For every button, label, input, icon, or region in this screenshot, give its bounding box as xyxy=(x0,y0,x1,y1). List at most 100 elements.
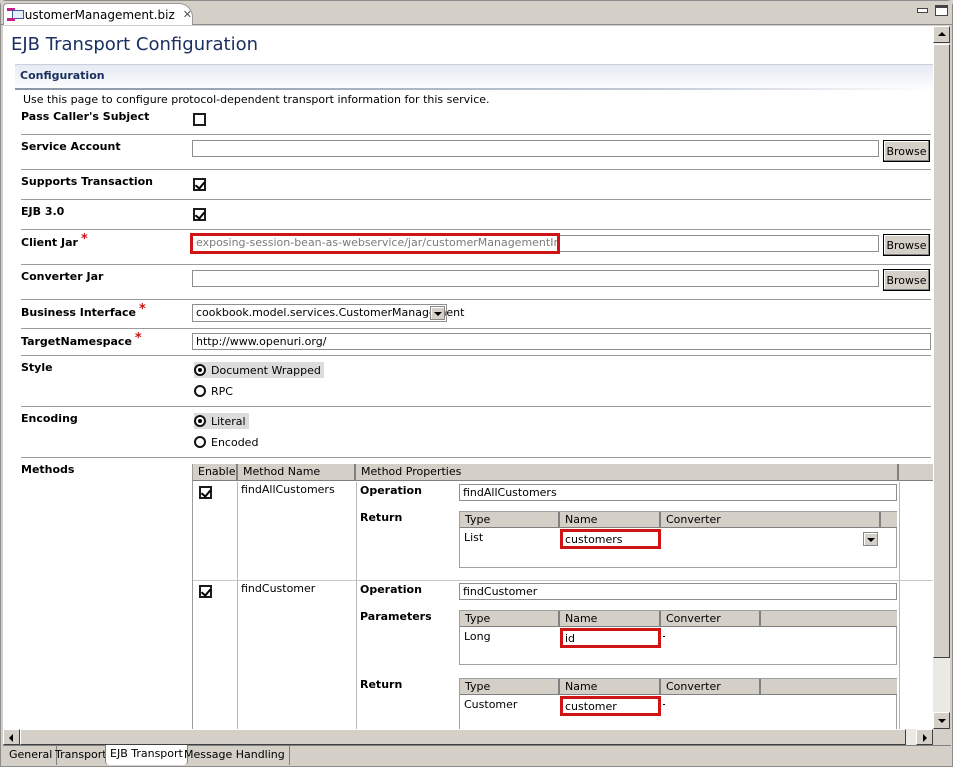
parameter-converter-value[interactable] xyxy=(663,636,665,637)
horizontal-scrollbar[interactable] xyxy=(3,729,933,745)
scroll-up-icon[interactable] xyxy=(933,26,950,43)
column-header-filler xyxy=(899,464,933,481)
radio-label: RPC xyxy=(211,384,233,398)
radio-label: Document Wrapped xyxy=(211,363,321,377)
vertical-scroll-thumb[interactable] xyxy=(933,44,950,658)
divider xyxy=(21,406,931,407)
scroll-right-icon[interactable] xyxy=(916,729,933,745)
method-name: findAllCustomers xyxy=(241,483,335,496)
ejb30-checkbox[interactable] xyxy=(193,208,206,221)
column-header-method-properties[interactable]: Method Properties xyxy=(356,464,899,481)
operation-input[interactable]: findCustomer xyxy=(459,583,897,600)
tab-message-handling[interactable]: Message Handling xyxy=(180,746,290,765)
target-namespace-input[interactable]: http://www.openuri.org/ xyxy=(192,333,931,350)
chevron-down-icon[interactable] xyxy=(430,306,445,320)
tab-general[interactable]: General xyxy=(5,746,58,765)
target-namespace-label-text: TargetNamespace xyxy=(21,335,132,348)
return-table: Type Name Converter Customer customer xyxy=(459,678,897,729)
page-title: EJB Transport Configuration xyxy=(11,34,259,55)
maximize-icon[interactable] xyxy=(935,5,948,16)
business-interface-value: cookbook.model.services.CustomerManageme… xyxy=(196,306,465,319)
converter-jar-browse-button[interactable]: Browse xyxy=(883,269,930,291)
return-type: Customer xyxy=(464,698,518,711)
return-converter-value[interactable] xyxy=(663,704,665,705)
return-label: Return xyxy=(360,678,403,691)
chevron-down-icon[interactable] xyxy=(863,532,878,546)
service-account-browse-button[interactable]: Browse xyxy=(883,140,930,162)
business-interface-label: Business Interface * xyxy=(21,302,146,320)
divider xyxy=(21,229,931,230)
column-header-converter[interactable]: Converter xyxy=(661,679,761,695)
required-marker: * xyxy=(139,302,146,317)
style-radio-rpc[interactable]: RPC xyxy=(194,383,236,399)
parameter-name-input[interactable]: id xyxy=(560,628,661,648)
scroll-left-icon[interactable] xyxy=(3,729,20,745)
tab-ejb-transport[interactable]: EJB Transport xyxy=(105,745,188,765)
service-account-label: Service Account xyxy=(21,140,121,153)
pass-callers-subject-label: Pass Caller's Subject xyxy=(21,110,150,123)
target-namespace-label: TargetNamespace * xyxy=(21,331,142,349)
method-name: findCustomer xyxy=(241,582,316,595)
column-header-name[interactable]: Name xyxy=(560,679,661,695)
radio-selected-icon xyxy=(194,364,206,376)
client-jar-browse-button[interactable]: Browse xyxy=(883,234,930,256)
enable-checkbox[interactable] xyxy=(199,585,212,598)
divider xyxy=(21,355,931,356)
close-icon[interactable]: ✕ xyxy=(183,8,192,21)
vertical-scrollbar[interactable] xyxy=(933,26,950,729)
operation-label: Operation xyxy=(360,484,422,497)
methods-label: Methods xyxy=(21,463,75,476)
row-separator xyxy=(193,580,933,581)
client-jar-value-highlight[interactable]: exposing-session-bean-as-webservice/jar/… xyxy=(190,233,560,254)
parameters-table: Type Name Converter Long id xyxy=(459,610,897,665)
radio-icon xyxy=(194,385,206,397)
supports-transaction-checkbox[interactable] xyxy=(193,178,206,191)
divider xyxy=(21,299,931,300)
column-header-filler xyxy=(881,512,897,528)
section-header[interactable]: Configuration xyxy=(15,64,933,90)
return-table: Type Name Converter List customers xyxy=(459,511,897,568)
column-header-type[interactable]: Type xyxy=(460,512,560,528)
editor-tab-customer-management[interactable]: CustomerManagement.biz ✕ xyxy=(3,3,193,25)
column-separator xyxy=(356,482,357,729)
divider xyxy=(21,457,931,458)
encoding-radio-literal[interactable]: Literal xyxy=(194,413,249,429)
scroll-down-icon[interactable] xyxy=(933,712,950,729)
enable-checkbox[interactable] xyxy=(199,486,212,499)
return-converter-select[interactable] xyxy=(662,530,880,548)
operation-input[interactable]: findAllCustomers xyxy=(459,484,897,501)
ejb30-label: EJB 3.0 xyxy=(21,205,65,218)
column-header-filler xyxy=(761,611,897,627)
column-separator xyxy=(237,482,238,729)
column-header-converter[interactable]: Converter xyxy=(661,512,881,528)
pass-callers-subject-checkbox[interactable] xyxy=(193,113,206,126)
horizontal-scroll-thumb[interactable] xyxy=(20,729,906,745)
encoding-label: Encoding xyxy=(21,412,78,425)
editor-tab-title: CustomerManagement.biz xyxy=(16,7,175,22)
column-separator xyxy=(899,482,900,729)
business-interface-select[interactable]: cookbook.model.services.CustomerManageme… xyxy=(192,304,464,322)
converter-jar-input[interactable] xyxy=(192,270,879,287)
radio-selected-icon xyxy=(194,415,206,427)
radio-label: Literal xyxy=(211,414,246,428)
required-marker: * xyxy=(134,331,142,346)
encoding-radio-encoded[interactable]: Encoded xyxy=(194,434,261,450)
return-name-input[interactable]: customer xyxy=(560,696,661,716)
supports-transaction-label: Supports Transaction xyxy=(21,175,153,188)
page-tabs: General Transport EJB Transport Message … xyxy=(3,745,951,765)
section-description: Use this page to configure protocol-depe… xyxy=(23,93,490,106)
tab-transport[interactable]: Transport xyxy=(51,746,112,765)
column-header-type[interactable]: Type xyxy=(460,679,560,695)
return-name-input[interactable]: customers xyxy=(560,529,661,549)
column-header-name[interactable]: Name xyxy=(560,611,661,627)
minimize-icon[interactable] xyxy=(916,5,929,16)
client-jar-label-text: Client Jar xyxy=(21,236,78,249)
column-header-method-name[interactable]: Method Name xyxy=(238,464,356,481)
column-header-type[interactable]: Type xyxy=(460,611,560,627)
style-radio-document-wrapped[interactable]: Document Wrapped xyxy=(194,362,324,378)
column-header-enable[interactable]: Enable xyxy=(193,464,238,481)
service-account-input[interactable] xyxy=(192,140,879,157)
divider xyxy=(21,264,931,265)
column-header-converter[interactable]: Converter xyxy=(661,611,761,627)
column-header-name[interactable]: Name xyxy=(560,512,661,528)
